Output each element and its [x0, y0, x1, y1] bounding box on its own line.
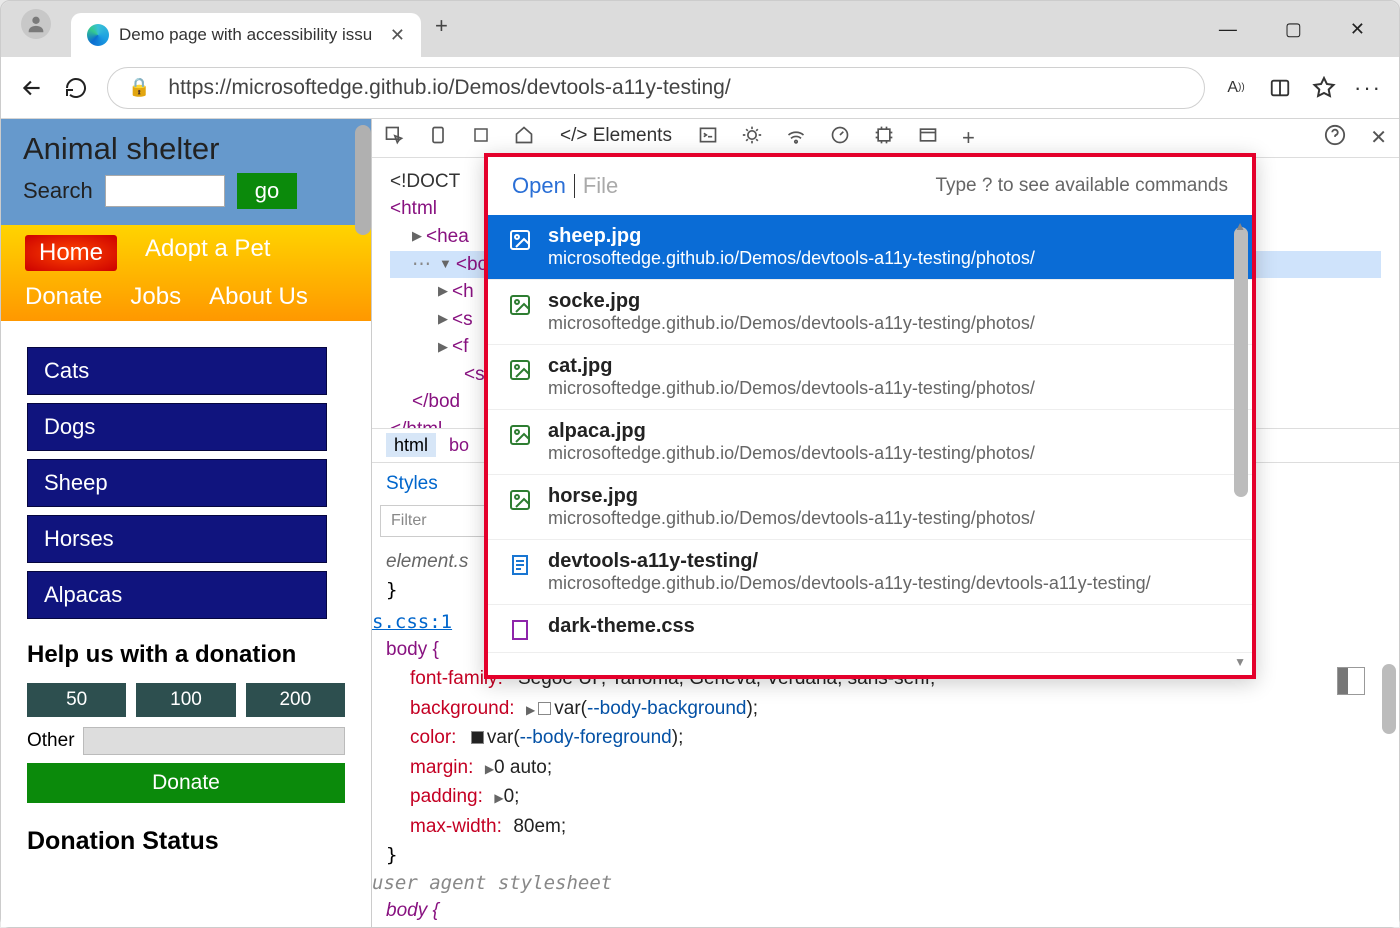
edge-icon [87, 24, 109, 46]
cmd-item-dark-theme-css[interactable]: dark-theme.css [488, 605, 1252, 653]
file-type-icon [508, 553, 532, 577]
user-agent-label: user agent stylesheet [372, 872, 1379, 894]
other-input[interactable] [83, 727, 345, 755]
cmd-hint: Type ? to see available commands [935, 175, 1228, 197]
favorite-icon[interactable] [1311, 75, 1337, 101]
more-tabs-icon[interactable]: + [962, 125, 975, 151]
category-list: Cats Dogs Sheep Horses Alpacas [1, 321, 371, 619]
read-aloud-icon[interactable]: A)) [1223, 75, 1249, 101]
device-icon[interactable] [428, 125, 448, 150]
url-text: https://microsoftedge.github.io/Demos/de… [168, 76, 730, 100]
help-icon[interactable] [1324, 124, 1346, 151]
cmd-scrollbar[interactable] [1234, 227, 1248, 497]
donate-50[interactable]: 50 [27, 683, 126, 717]
inspect-icon[interactable] [384, 125, 404, 150]
cmd-open-label: Open [512, 173, 566, 199]
console-icon[interactable] [698, 125, 718, 150]
home-icon[interactable] [514, 125, 534, 150]
url-box[interactable]: 🔒 https://microsoftedge.github.io/Demos/… [107, 67, 1205, 109]
bug-icon[interactable] [742, 125, 762, 150]
welcome-icon[interactable] [472, 126, 490, 149]
search-input[interactable] [105, 175, 225, 207]
profile-avatar[interactable] [21, 9, 51, 39]
nav-donate[interactable]: Donate [25, 283, 102, 311]
browser-tab[interactable]: Demo page with accessibility issu ✕ [71, 13, 421, 57]
donate-200[interactable]: 200 [246, 683, 345, 717]
maximize-icon[interactable]: ▢ [1285, 19, 1302, 40]
category-alpacas[interactable]: Alpacas [27, 571, 327, 619]
category-cats[interactable]: Cats [27, 347, 327, 395]
donate-button[interactable]: Donate [27, 763, 345, 803]
file-type-icon [508, 228, 532, 252]
cmd-item-socke-jpg[interactable]: socke.jpgmicrosoftedge.github.io/Demos/d… [488, 280, 1252, 345]
file-type-icon [508, 293, 532, 317]
refresh-button[interactable] [63, 75, 89, 101]
cmd-result-list: sheep.jpgmicrosoftedge.github.io/Demos/d… [488, 215, 1252, 675]
file-type-icon [508, 618, 532, 642]
file-type-icon [508, 488, 532, 512]
command-menu: Open File Type ? to see available comman… [484, 153, 1256, 679]
nav-home[interactable]: Home [25, 235, 117, 271]
file-type-icon [508, 358, 532, 382]
devtools-close-icon[interactable]: ✕ [1370, 125, 1387, 150]
cmd-item-devtools-a11y-testing-[interactable]: devtools-a11y-testing/microsoftedge.gith… [488, 540, 1252, 605]
cmd-item-alpaca-jpg[interactable]: alpaca.jpgmicrosoftedge.github.io/Demos/… [488, 410, 1252, 475]
titlebar: Demo page with accessibility issu ✕ + — … [1, 1, 1399, 57]
category-dogs[interactable]: Dogs [27, 403, 327, 451]
elements-tab[interactable]: </> Elements [558, 119, 674, 156]
search-label: Search [23, 178, 93, 204]
file-type-icon [508, 423, 532, 447]
cmd-file-placeholder: File [583, 173, 618, 199]
go-button[interactable]: go [237, 173, 297, 209]
donation-heading: Help us with a donation [27, 641, 345, 669]
nav-jobs[interactable]: Jobs [130, 283, 181, 311]
minimize-icon[interactable]: — [1219, 19, 1237, 40]
page-title: Animal shelter [23, 131, 349, 167]
nav-about[interactable]: About Us [209, 283, 308, 311]
cmd-item-horse-jpg[interactable]: horse.jpgmicrosoftedge.github.io/Demos/d… [488, 475, 1252, 540]
other-label: Other [27, 730, 75, 752]
devtools-scrollbar[interactable] [1382, 664, 1396, 734]
memory-icon[interactable] [874, 125, 894, 150]
close-icon[interactable]: ✕ [1350, 19, 1365, 40]
reader-icon[interactable] [1267, 75, 1293, 101]
back-button[interactable] [19, 75, 45, 101]
tab-close-icon[interactable]: ✕ [390, 25, 405, 46]
page-scrollbar[interactable] [355, 125, 371, 235]
performance-icon[interactable] [830, 125, 850, 150]
donation-status-heading: Donation Status [27, 827, 345, 856]
nav-adopt[interactable]: Adopt a Pet [145, 235, 270, 271]
application-icon[interactable] [918, 125, 938, 150]
tab-title: Demo page with accessibility issu [119, 25, 372, 45]
more-icon[interactable]: ··· [1355, 75, 1381, 101]
cmd-item-sheep-jpg[interactable]: sheep.jpgmicrosoftedge.github.io/Demos/d… [488, 215, 1252, 280]
category-sheep[interactable]: Sheep [27, 459, 327, 507]
new-tab-button[interactable]: + [435, 13, 448, 39]
donate-100[interactable]: 100 [136, 683, 235, 717]
category-horses[interactable]: Horses [27, 515, 327, 563]
lock-icon: 🔒 [128, 77, 150, 98]
network-icon[interactable] [786, 125, 806, 150]
address-bar: 🔒 https://microsoftedge.github.io/Demos/… [1, 57, 1399, 119]
rendered-page: Animal shelter Search go Home Adopt a Pe… [1, 119, 371, 927]
main-nav: Home Adopt a Pet Donate Jobs About Us [1, 225, 371, 321]
dock-side-icon[interactable] [1337, 667, 1365, 695]
cmd-item-cat-jpg[interactable]: cat.jpgmicrosoftedge.github.io/Demos/dev… [488, 345, 1252, 410]
